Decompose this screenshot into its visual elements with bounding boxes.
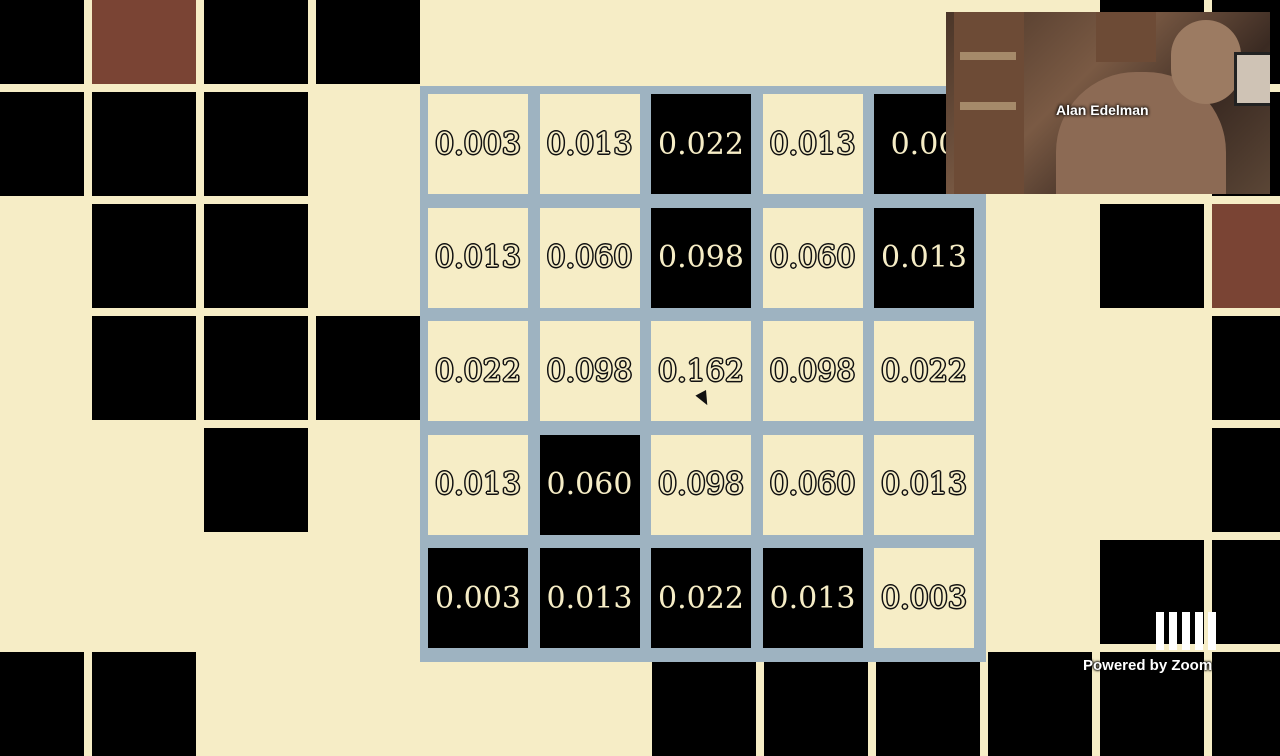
- overlay-layer: Alan Edelman Powered by Zoom: [0, 0, 1280, 720]
- participant-head: [1171, 20, 1241, 104]
- bookshelf: [1096, 12, 1156, 62]
- mit-logo-icon: [1156, 612, 1216, 650]
- monitor-icon: [1234, 52, 1270, 106]
- book: [960, 102, 1016, 110]
- participant-name: Alan Edelman: [1056, 102, 1149, 118]
- book: [960, 52, 1016, 60]
- powered-by-zoom-label: Powered by Zoom: [1083, 657, 1213, 674]
- participant-video-tile[interactable]: Alan Edelman: [946, 12, 1270, 194]
